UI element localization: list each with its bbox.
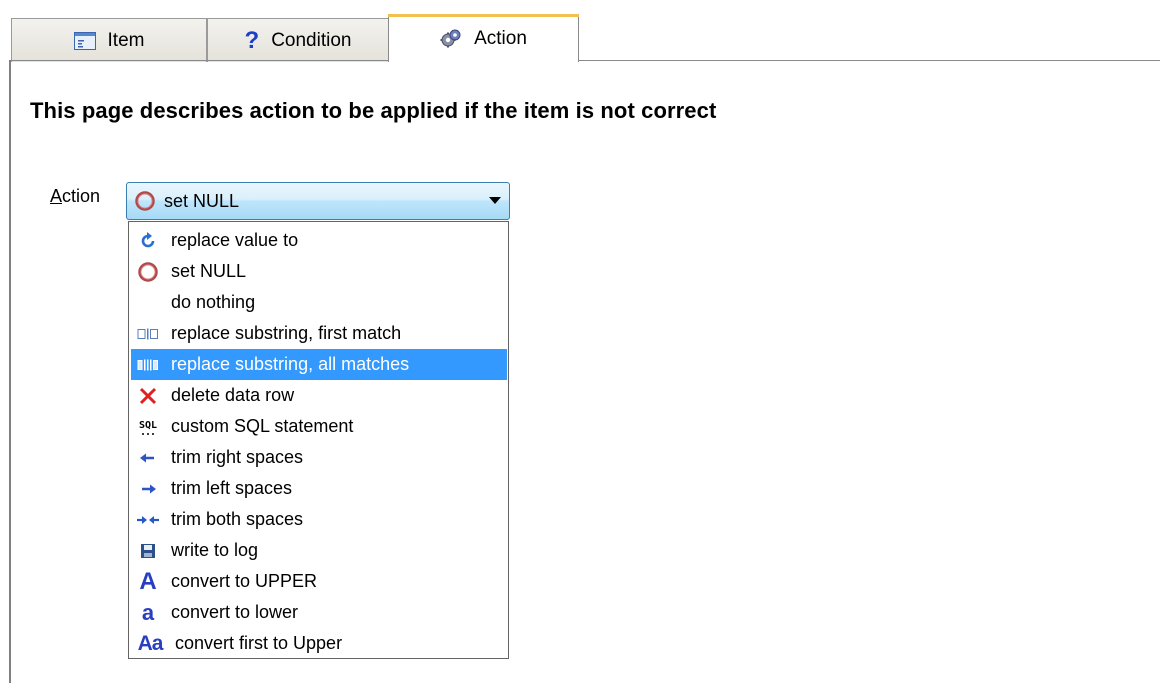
option-replace-all[interactable]: replace substring, all matches: [131, 349, 507, 380]
option-trim-left[interactable]: trim left spaces: [131, 473, 507, 504]
option-label: replace substring, first match: [171, 323, 402, 343]
arrow-right-icon: [137, 478, 159, 500]
option-label: convert to UPPER: [171, 571, 318, 591]
chevron-down-icon[interactable]: [489, 197, 501, 204]
option-label: delete data row: [171, 385, 295, 405]
floppy-disk-icon: [137, 540, 159, 562]
tab-divider: [9, 60, 1160, 61]
combobox-value-area: set NULL: [130, 186, 481, 216]
arrow-left-icon: [137, 447, 159, 469]
svg-text:SQL: SQL: [139, 420, 157, 431]
option-label: replace substring, all matches: [171, 354, 410, 374]
option-label: set NULL: [171, 261, 247, 281]
circle-icon: [137, 261, 159, 283]
option-set-null[interactable]: set NULL: [131, 256, 507, 287]
option-label: convert to lower: [171, 602, 299, 622]
tab-item[interactable]: Item: [11, 18, 207, 62]
option-label: trim both spaces: [171, 509, 304, 529]
option-label: replace value to: [171, 230, 299, 250]
combobox-selected-value: set NULL: [164, 190, 240, 211]
option-do-nothing[interactable]: do nothing: [131, 287, 507, 318]
tab-action-label: Action: [474, 27, 527, 49]
gears-icon: [440, 28, 462, 50]
blank-icon: [137, 292, 159, 314]
option-convert-first-upper[interactable]: Aa convert first to Upper: [131, 628, 507, 659]
option-replace-first[interactable]: replace substring, first match: [131, 318, 507, 349]
action-combobox[interactable]: set NULL: [126, 182, 510, 220]
action-label-mnemonic: A: [50, 186, 63, 206]
action-field-label: Action: [50, 186, 100, 207]
option-label: trim right spaces: [171, 447, 304, 467]
tab-condition-label: Condition: [271, 29, 352, 51]
tab-condition[interactable]: ? Condition: [207, 18, 389, 62]
arrows-inward-icon: [137, 509, 159, 531]
option-convert-lower[interactable]: a convert to lower: [131, 597, 507, 628]
letter-upper-a-icon: A: [139, 567, 157, 595]
tab-item-label: Item: [107, 29, 145, 51]
option-label: do nothing: [171, 292, 256, 312]
option-convert-upper[interactable]: A convert to UPPER: [131, 566, 507, 597]
list-window-icon: [73, 31, 96, 50]
letter-mixed-aa-icon: Aa: [137, 631, 164, 655]
option-trim-right[interactable]: trim right spaces: [131, 442, 507, 473]
action-page: Item ? Condition Action This page descri…: [0, 0, 1160, 683]
sql-icon: SQL: [137, 416, 159, 438]
option-custom-sql[interactable]: SQL custom SQL statement: [131, 411, 507, 442]
tab-action[interactable]: Action: [388, 14, 579, 62]
action-dropdown-list: replace value to set NULL do nothing rep…: [128, 221, 509, 659]
substring-all-icon: [137, 354, 159, 376]
option-replace-value[interactable]: replace value to: [131, 225, 507, 256]
circle-icon: [134, 190, 156, 212]
frame-left-edge: [9, 60, 11, 683]
page-heading: This page describes action to be applied…: [30, 98, 717, 123]
option-delete-row[interactable]: delete data row: [131, 380, 507, 411]
letter-lower-a-icon: a: [141, 599, 155, 625]
refresh-arrow-icon: [137, 230, 159, 252]
option-label: trim left spaces: [171, 478, 293, 498]
action-label-rest: ction: [62, 186, 101, 206]
option-label: write to log: [171, 540, 259, 560]
option-label: custom SQL statement: [171, 416, 354, 436]
option-trim-both[interactable]: trim both spaces: [131, 504, 507, 535]
option-write-log[interactable]: write to log: [131, 535, 507, 566]
question-mark-icon: ?: [244, 26, 260, 54]
red-x-icon: [137, 385, 159, 407]
substring-first-icon: [137, 323, 159, 345]
option-label: convert first to Upper: [175, 633, 343, 653]
